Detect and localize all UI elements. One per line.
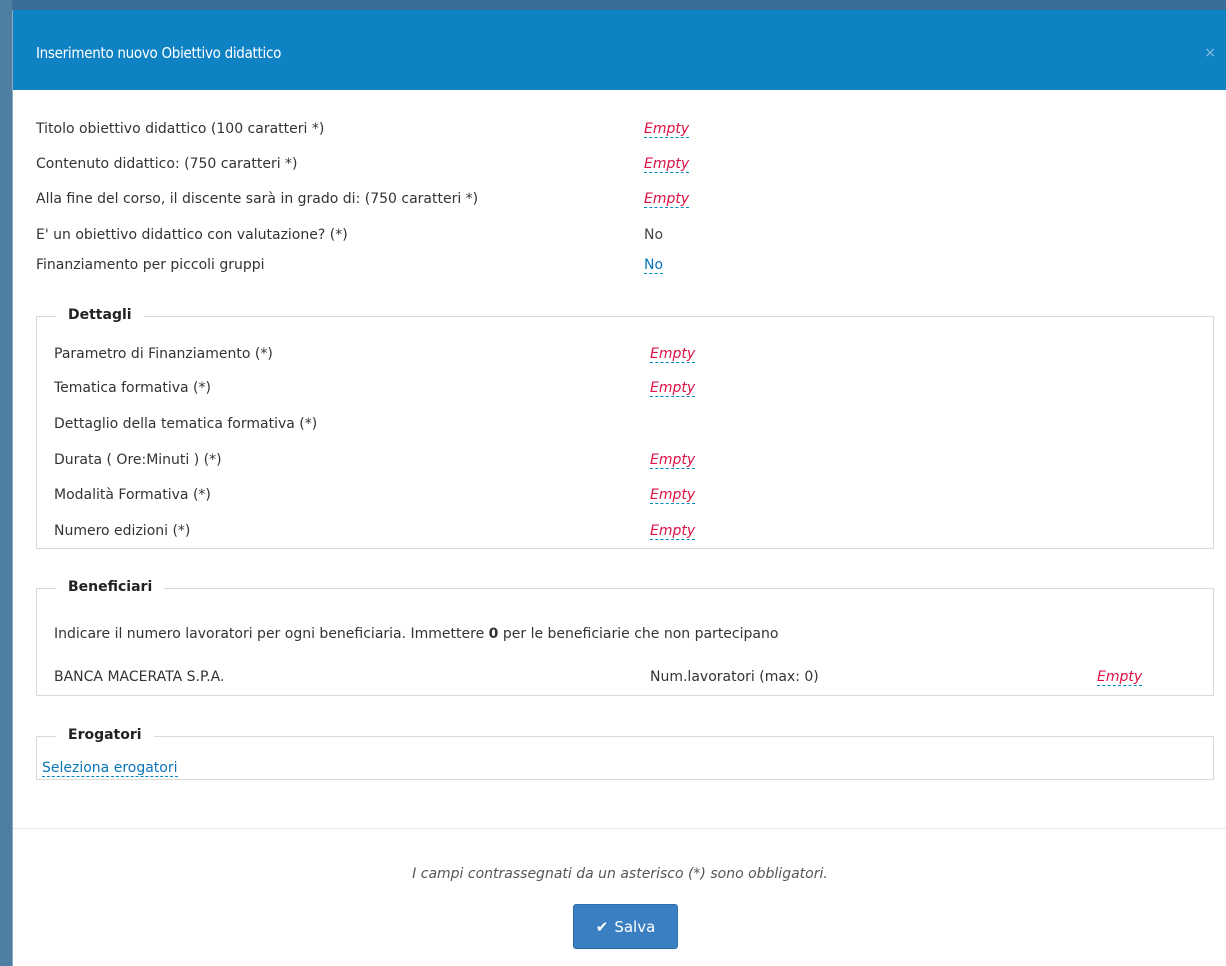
field-value-valutazione: No (644, 227, 664, 243)
dettagli-label-durata: Durata ( Ore:Minuti ) (*) (54, 452, 222, 468)
field-value-piccoli-gruppi[interactable]: No (644, 257, 664, 274)
dettagli-value-tematica[interactable]: Empty (650, 380, 696, 397)
dettagli-label-modalita: Modalità Formativa (*) (54, 487, 211, 503)
dettagli-value-edizioni[interactable]: Empty (650, 523, 696, 540)
field-value-fine-corso[interactable]: Empty (644, 191, 690, 208)
dettagli-legend: Dettagli (56, 307, 144, 323)
modal-dialog: Inserimento nuovo Obiettivo didattico × … (12, 10, 1226, 966)
beneficiari-instruction: Indicare il numero lavoratori per ogni b… (54, 626, 779, 642)
beneficiari-legend: Beneficiari (56, 579, 165, 595)
erogatori-legend: Erogatori (56, 727, 154, 743)
mandatory-note: I campi contrassegnati da un asterisco (… (412, 866, 828, 882)
dettagli-label-parametro: Parametro di Finanziamento (*) (54, 346, 273, 362)
field-label-fine-corso: Alla fine del corso, il discente sarà in… (36, 191, 479, 207)
seleziona-erogatori-link[interactable]: Seleziona erogatori (42, 760, 178, 777)
close-icon[interactable]: × (1204, 46, 1216, 60)
save-button[interactable]: ✔ Salva (573, 904, 678, 949)
beneficiaria-name: BANCA MACERATA S.P.A. (54, 669, 225, 685)
field-label-piccoli-gruppi: Finanziamento per piccoli gruppi (36, 257, 265, 273)
dettagli-value-durata[interactable]: Empty (650, 452, 696, 469)
dettagli-value-modalita[interactable]: Empty (650, 487, 696, 504)
footer-divider (13, 828, 1226, 829)
field-label-titolo: Titolo obiettivo didattico (100 caratter… (36, 121, 325, 137)
dettagli-value-parametro[interactable]: Empty (650, 346, 696, 363)
dettagli-label-edizioni: Numero edizioni (*) (54, 523, 191, 539)
field-label-valutazione: E' un obiettivo didattico con valutazion… (36, 227, 348, 243)
num-lavoratori-label: Num.lavoratori (max: 0) (650, 669, 819, 685)
field-label-contenuto: Contenuto didattico: (750 caratteri *) (36, 156, 298, 172)
dettagli-label-tematica: Tematica formativa (*) (54, 380, 211, 396)
modal-header: Inserimento nuovo Obiettivo didattico × (13, 10, 1226, 90)
erogatori-section (36, 736, 1214, 780)
field-value-contenuto[interactable]: Empty (644, 156, 690, 173)
modal-title: Inserimento nuovo Obiettivo didattico (36, 44, 282, 62)
field-value-titolo[interactable]: Empty (644, 121, 690, 138)
save-button-label: Salva (614, 917, 656, 936)
dettagli-label-dettaglio-tematica: Dettaglio della tematica formativa (*) (54, 416, 318, 432)
page-backdrop (0, 0, 12, 966)
check-icon: ✔ (595, 917, 609, 936)
num-lavoratori-value[interactable]: Empty (1097, 669, 1143, 686)
